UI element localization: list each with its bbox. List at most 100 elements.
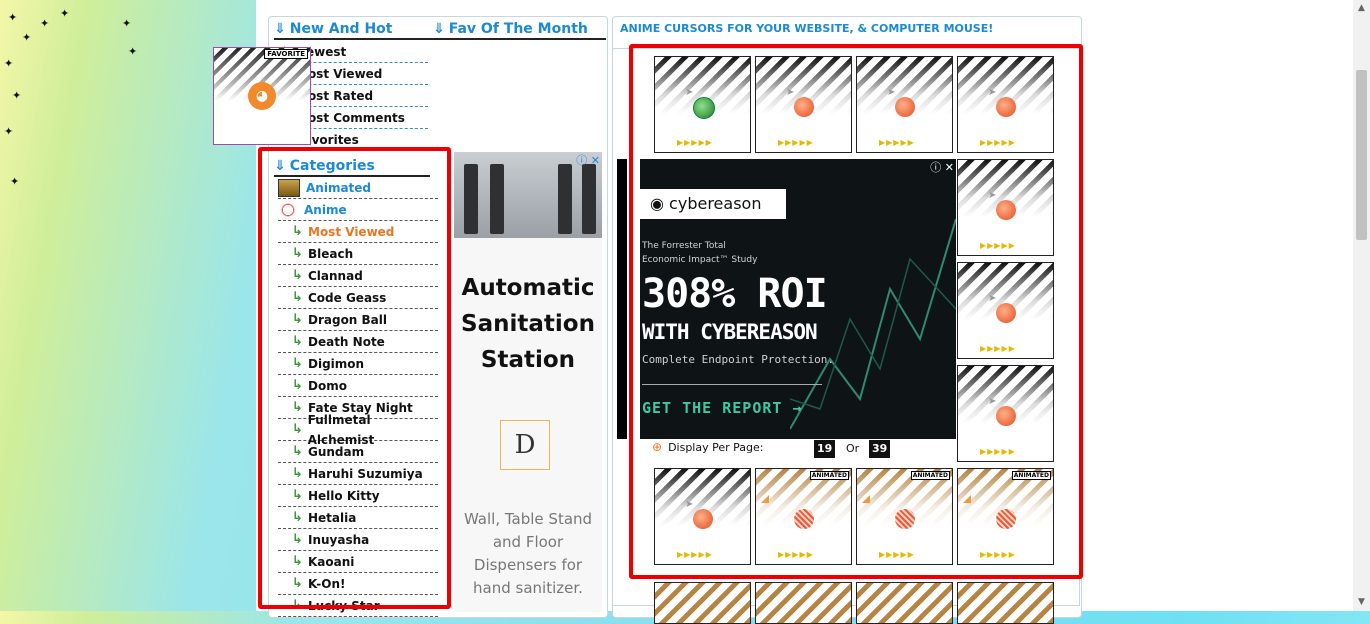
- category-kaoani[interactable]: ↳ Kaoani: [278, 552, 438, 573]
- cursor-tile[interactable]: ➤ ▶▶▶▶▶: [654, 56, 751, 153]
- cursor-preview-icon: [693, 97, 715, 119]
- ad-graph-decoration: [790, 218, 956, 430]
- cursor-icon: ➤: [988, 87, 997, 98]
- sub-arrow-icon: ↳: [292, 422, 303, 437]
- category-death-note[interactable]: ↳ Death Note: [278, 332, 438, 353]
- fav-month-header[interactable]: ⇓ Fav Of The Month: [433, 21, 588, 37]
- categories-divider: [274, 175, 430, 177]
- ad-divider: [642, 384, 822, 385]
- category-fullmetal-alchemist[interactable]: ↳ Fullmetal Alchemist: [278, 413, 438, 447]
- animated-cursor-tile[interactable]: ANIMATED ▶▶▶▶▶: [755, 468, 852, 565]
- category-dragon-ball[interactable]: ↳ Dragon Ball: [278, 310, 438, 331]
- bird-icon: ✦: [40, 17, 50, 30]
- scroll-up-icon[interactable]: ▲: [1353, 0, 1370, 17]
- category-bleach[interactable]: ↳ Bleach: [278, 244, 438, 265]
- ad-info-close-icon[interactable]: ⓘ ✕: [576, 152, 600, 168]
- fox-cursor-icon: ◕: [248, 82, 276, 110]
- ad-info-close-icon[interactable]: ⓘ ✕: [930, 159, 954, 175]
- category-label: Gundam: [308, 445, 365, 459]
- cursor-icon: ➤: [685, 499, 694, 510]
- new-and-hot-header[interactable]: ⇓ New And Hot: [274, 21, 392, 37]
- categories-header[interactable]: ⇓ Categories: [274, 158, 375, 174]
- sub-arrow-icon: ↳: [292, 598, 303, 613]
- bird-icon: ✦: [8, 11, 18, 24]
- per-page-option-39[interactable]: 39: [869, 440, 891, 458]
- cursor-tile[interactable]: ➤ ▶▶▶▶▶: [957, 159, 1054, 256]
- category-clannad[interactable]: ↳ Clannad: [278, 266, 438, 287]
- bird-icon: ✦: [4, 125, 14, 138]
- scroll-down-icon[interactable]: ▼: [1353, 594, 1370, 611]
- cursor-tile[interactable]: [755, 582, 852, 624]
- cursor-icon: ➤: [887, 87, 896, 98]
- category-label: Anime: [304, 203, 347, 217]
- animated-cursor-tile[interactable]: ANIMATED ▶▶▶▶▶: [957, 468, 1054, 565]
- category-label: Haruhi Suzumiya: [308, 467, 423, 481]
- cursor-set-icon: ▶▶▶▶▶: [980, 344, 1016, 353]
- cursor-tile[interactable]: ➤ ▶▶▶▶▶: [755, 56, 852, 153]
- category-label: Inuyasha: [308, 533, 370, 547]
- ad-study: The Forrester Total Economic Impact™ Stud…: [642, 239, 757, 267]
- category-code-geass[interactable]: ↳ Code Geass: [278, 288, 438, 309]
- category-hello-kitty[interactable]: ↳ Hello Kitty: [278, 486, 438, 507]
- category-most-viewed[interactable]: ↳ Most Viewed: [278, 222, 438, 243]
- category-inuyasha[interactable]: ↳ Inuyasha: [278, 530, 438, 551]
- cursor-set-icon: ▶▶▶▶▶: [980, 138, 1016, 147]
- down-arrow-icon: ⇓: [433, 21, 445, 37]
- display-per-page: ⊕ Display Per Page:: [652, 440, 763, 454]
- cursor-preview-icon: [996, 97, 1016, 117]
- category-label: Animated: [306, 181, 372, 195]
- cursor-tile[interactable]: [654, 582, 751, 624]
- cursor-preview-icon: [794, 509, 814, 529]
- scroll-thumb[interactable]: [1356, 70, 1367, 240]
- cursor-set-icon: ▶▶▶▶▶: [677, 138, 713, 147]
- sub-arrow-icon: ↳: [292, 510, 303, 525]
- category-k-on[interactable]: ↳ K-On!: [278, 574, 438, 595]
- cursor-tile[interactable]: ➤ ▶▶▶▶▶: [957, 365, 1054, 462]
- ad-study-line2: Economic Impact™ Study: [642, 255, 758, 265]
- animated-category-icon: [278, 179, 300, 197]
- scrollbar[interactable]: ▲ ▼: [1352, 0, 1370, 611]
- ad-cta-button[interactable]: GET THE REPORT →: [642, 399, 803, 417]
- bird-icon: ✦: [60, 7, 70, 20]
- hello-kitty-icon: [278, 202, 298, 218]
- cursor-icon: ➤: [786, 87, 795, 98]
- category-anime[interactable]: Anime: [278, 200, 438, 221]
- category-haruhi-suzumiya[interactable]: ↳ Haruhi Suzumiya: [278, 464, 438, 485]
- cursor-tile[interactable]: [856, 582, 953, 624]
- sub-arrow-icon: ↳: [292, 246, 303, 261]
- category-animated[interactable]: Animated: [278, 178, 438, 199]
- category-domo[interactable]: ↳ Domo: [278, 376, 438, 397]
- category-label: Most Viewed: [308, 225, 395, 239]
- dispenser-graphic: [490, 164, 504, 234]
- category-hetalia[interactable]: ↳ Hetalia: [278, 508, 438, 529]
- category-lucky-star[interactable]: ↳ Lucky Star: [278, 596, 438, 617]
- cursor-icon: ➤: [685, 87, 694, 98]
- bird-icon: ✦: [12, 89, 22, 102]
- menu-item-label: Most Comments: [296, 111, 405, 125]
- tile-stripes: [756, 583, 851, 623]
- cursor-tile[interactable]: ➤ ▶▶▶▶▶: [654, 468, 751, 565]
- main-advertisement[interactable]: ◉ cybereason ⓘ ✕ The Forrester Total Econ…: [640, 159, 956, 439]
- per-page-option-19[interactable]: 19: [814, 440, 836, 458]
- category-label: Bleach: [308, 247, 354, 261]
- cursor-tile[interactable]: ➤ ▶▶▶▶▶: [856, 56, 953, 153]
- tile-stripes: [958, 583, 1053, 623]
- sub-arrow-icon: ↳: [292, 290, 303, 305]
- category-label: K-On!: [308, 577, 346, 591]
- cursor-preview-icon: [996, 406, 1016, 426]
- cursor-set-icon: ▶▶▶▶▶: [980, 550, 1016, 559]
- cursor-tile[interactable]: ➤ ▶▶▶▶▶: [957, 262, 1054, 359]
- cursor-tile[interactable]: [957, 582, 1054, 624]
- side-advertisement[interactable]: ⓘ ✕ Automatic Sanitation Station D Wall,…: [454, 152, 602, 612]
- animated-cursor-tile[interactable]: ANIMATED ▶▶▶▶▶: [856, 468, 953, 565]
- cursor-preview-icon: [794, 97, 814, 117]
- fav-of-month-thumbnail[interactable]: FAVORITE ◕: [213, 47, 311, 145]
- cursor-tile[interactable]: ➤ ▶▶▶▶▶: [957, 56, 1054, 153]
- ad-tagline: Complete Endpoint Protection.: [642, 353, 835, 366]
- ad-brand: cybereason: [669, 194, 762, 213]
- sub-arrow-icon: ↳: [292, 224, 303, 239]
- cursor-set-icon: ▶▶▶▶▶: [778, 138, 814, 147]
- sub-arrow-icon: ↳: [292, 334, 303, 349]
- category-label: Lucky Star: [308, 599, 380, 613]
- category-digimon[interactable]: ↳ Digimon: [278, 354, 438, 375]
